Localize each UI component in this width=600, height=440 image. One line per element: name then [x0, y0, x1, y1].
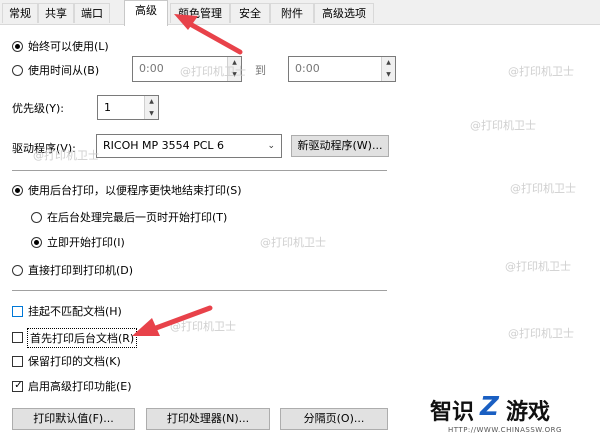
printing-defaults-button[interactable]: 打印默认值(F)... [12, 408, 135, 430]
hold-mismatched-label: 挂起不匹配文档(H) [28, 305, 122, 318]
start-immediately-label: 立即开始打印(I) [47, 236, 125, 249]
new-driver-button[interactable]: 新驱动程序(W)... [291, 135, 389, 157]
time-from-value: 0:00 [139, 62, 164, 75]
watermark-text: @打印机卫士 [260, 236, 326, 249]
print-spooled-first-checkbox[interactable] [12, 332, 23, 343]
brand-logo-icon: Z [480, 392, 499, 422]
start-after-last-page-radio[interactable] [31, 212, 42, 223]
separator [12, 170, 387, 171]
print-processor-button[interactable]: 打印处理器(N)... [146, 408, 270, 430]
enable-advanced-checkbox[interactable]: ✓ [12, 380, 23, 392]
watermark-text: @打印机卫士 [33, 149, 99, 162]
spool-label: 使用后台打印，以便程序更快地结束打印(S) [28, 184, 242, 197]
chevron-down-icon: ⌄ [267, 141, 275, 151]
available-from-label: 使用时间从(B) [28, 64, 100, 77]
watermark-text: @打印机卫士 [508, 327, 574, 340]
always-available-radio[interactable] [12, 41, 23, 52]
keep-printed-checkbox[interactable] [12, 356, 23, 367]
checkmark-icon: ✓ [14, 380, 23, 391]
brand-text-a: 智识 [430, 400, 475, 425]
time-to-value: 0:00 [295, 62, 320, 75]
watermark-text: @打印机卫士 [508, 65, 574, 78]
driver-selected-value: RICOH MP 3554 PCL 6 [103, 139, 225, 152]
separator-page-button[interactable]: 分隔页(O)... [280, 408, 388, 430]
annotation-arrow-icon [132, 305, 213, 336]
spool-radio[interactable] [12, 185, 23, 196]
tab-bar: 常规 共享 端口 高级 颜色管理 安全 附件 高级选项 [0, 0, 600, 26]
priority-spinner[interactable]: ▲ ▼ [144, 96, 158, 119]
print-spooled-first-label: 首先打印后台文档(R) [27, 328, 138, 348]
annotation-arrow-icon [174, 14, 243, 55]
time-to-spinner[interactable]: ▲ ▼ [381, 57, 395, 81]
brand-url: HTTP://WWW.CHINASSW.ORG [448, 426, 562, 434]
tab-ports[interactable]: 端口 [74, 3, 110, 23]
tab-attachments[interactable]: 附件 [270, 3, 314, 23]
watermark-text: @打印机卫士 [470, 119, 536, 132]
available-from-radio[interactable] [12, 65, 23, 76]
start-after-last-page-label: 在后台处理完最后一页时开始打印(T) [47, 211, 228, 224]
tab-general[interactable]: 常规 [2, 3, 38, 23]
watermark-text: @打印机卫士 [505, 260, 571, 273]
start-immediately-radio[interactable] [31, 237, 42, 248]
print-direct-radio[interactable] [12, 265, 23, 276]
tab-sharing[interactable]: 共享 [38, 3, 74, 23]
brand-watermark: 智识 Z 游戏 HTTP://WWW.CHINASSW.ORG [430, 392, 590, 438]
brand-text-b: 游戏 [506, 400, 551, 425]
priority-label: 优先级(Y): [12, 102, 65, 115]
tab-advanced-options[interactable]: 高级选项 [314, 3, 374, 23]
separator [12, 290, 387, 291]
print-direct-label: 直接打印到打印机(D) [28, 264, 134, 277]
priority-value: 1 [104, 101, 111, 114]
hold-mismatched-checkbox[interactable] [12, 306, 23, 317]
always-available-label: 始终可以使用(L) [28, 40, 109, 53]
tab-advanced[interactable]: 高级 [124, 0, 168, 26]
watermark-text: @打印机卫士 [510, 182, 576, 195]
time-to-input[interactable]: 0:00 [288, 56, 396, 82]
time-to-label: 到 [255, 64, 266, 77]
keep-printed-label: 保留打印的文档(K) [28, 355, 121, 368]
watermark-text: @打印机卫士 [180, 65, 246, 78]
enable-advanced-label: 启用高级打印功能(E) [28, 380, 132, 393]
driver-select[interactable]: RICOH MP 3554 PCL 6 ⌄ [96, 134, 282, 158]
